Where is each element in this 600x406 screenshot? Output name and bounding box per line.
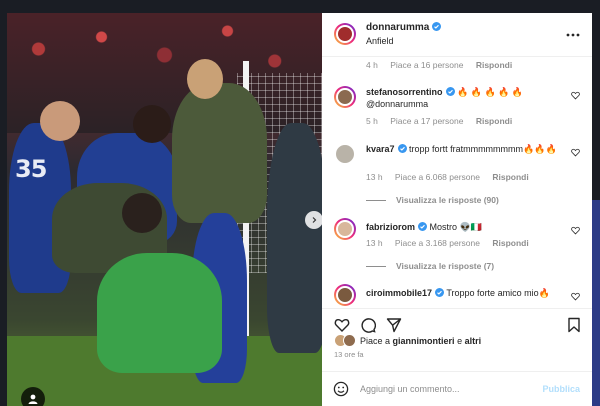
post-actions-bar — [322, 308, 592, 333]
background-edge — [592, 200, 600, 406]
view-replies-button[interactable]: Visualizza le risposte (90) — [366, 195, 499, 205]
verified-badge-icon — [397, 144, 407, 153]
verified-badge-icon — [435, 288, 445, 297]
goalkeeper-figure — [97, 253, 222, 373]
heart-icon — [334, 318, 350, 332]
post-side-panel: donnarumma Anfield 4 h Piace a 16 person… — [322, 13, 592, 406]
comment-meta: 13 h Piace a 3.168 persone Rispondi — [366, 238, 529, 248]
divider — [366, 199, 386, 201]
player-figure — [172, 83, 267, 223]
reply-button[interactable]: Rispondi — [476, 60, 512, 70]
commenter-username[interactable]: fabriziorom — [366, 222, 415, 232]
emoji-icon[interactable] — [333, 381, 349, 397]
commenter-avatar[interactable] — [334, 218, 356, 240]
bookmark-icon — [568, 317, 580, 333]
liked-by-row[interactable]: Piace a giannimontieri e altri — [334, 334, 481, 347]
reply-button[interactable]: Rispondi — [476, 116, 512, 126]
comment-likes-count[interactable]: Piace a 3.168 persone — [395, 238, 480, 248]
post-timestamp[interactable]: 13 ore fa — [334, 350, 364, 359]
user-icon — [28, 394, 38, 404]
verified-badge-icon — [418, 222, 428, 231]
commenter-username[interactable]: stefanosorrentino — [366, 87, 443, 97]
player-head — [187, 59, 223, 99]
player-head — [133, 105, 171, 143]
player-head — [122, 193, 162, 233]
heart-icon[interactable] — [571, 91, 580, 100]
chevron-right-icon — [312, 217, 317, 223]
commenter-avatar[interactable] — [334, 284, 356, 306]
liked-by-user[interactable]: giannimontieri — [393, 336, 455, 346]
author-avatar[interactable] — [334, 23, 356, 45]
comment-input[interactable] — [360, 381, 530, 397]
comment-likes-count[interactable]: Piace a 6.068 persone — [395, 172, 480, 182]
heart-icon[interactable] — [571, 226, 580, 235]
post-photo[interactable]: 35 — [7, 13, 322, 406]
like-button[interactable] — [334, 317, 350, 333]
liker-avatar — [343, 334, 356, 347]
comment-button[interactable] — [360, 317, 376, 333]
commenter-username[interactable]: ciroimmobile17 — [366, 288, 432, 298]
comments-list[interactable]: 4 h Piace a 16 persone Rispondi stefanos… — [322, 58, 592, 308]
commenter-username[interactable]: kvara7 — [366, 144, 395, 154]
comment-text: kvara7 tropp fortt fratmmmmmmmm🔥🔥🔥 — [366, 144, 557, 154]
jersey-number: 35 — [15, 155, 47, 183]
share-icon — [386, 318, 402, 333]
steward-figure — [267, 123, 322, 353]
liked-by-text: Piace a giannimontieri e altri — [360, 335, 482, 346]
heart-icon[interactable] — [571, 292, 580, 301]
reply-button[interactable]: Rispondi — [492, 238, 528, 248]
next-photo-button[interactable] — [305, 211, 322, 229]
comment-text: fabriziorom Mostro 👽🇮🇹 — [366, 222, 482, 232]
commenter-avatar[interactable] — [334, 86, 356, 108]
share-button[interactable] — [386, 317, 402, 333]
more-options-button[interactable] — [566, 27, 580, 37]
view-replies-button[interactable]: Visualizza le risposte (7) — [366, 261, 494, 271]
reply-button[interactable]: Rispondi — [492, 172, 528, 182]
commenter-avatar[interactable] — [334, 143, 356, 165]
comment-meta: 4 h Piace a 16 persone Rispondi — [366, 60, 513, 70]
comment-likes-count[interactable]: Piace a 17 persone — [390, 116, 463, 126]
tagged-users-button[interactable] — [21, 387, 45, 406]
heart-icon[interactable] — [571, 148, 580, 157]
comment-meta: 13 h Piace a 6.068 persone Rispondi — [366, 172, 529, 182]
author-username[interactable]: donnarumma — [366, 22, 442, 33]
more-icon — [566, 33, 580, 37]
liked-by-others[interactable]: altri — [465, 336, 482, 346]
publish-button[interactable]: Pubblica — [542, 384, 580, 394]
post-header: donnarumma Anfield — [322, 13, 592, 57]
mention-link[interactable]: @donnarumma — [366, 99, 428, 109]
comment-text: stefanosorrentino 🔥 🔥 🔥 🔥 🔥 @donnarumma — [366, 87, 524, 109]
comment-composer: Pubblica — [322, 371, 592, 406]
verified-badge-icon — [432, 22, 442, 31]
divider — [366, 265, 386, 267]
comment-likes-count[interactable]: Piace a 16 persone — [390, 60, 463, 70]
verified-badge-icon — [445, 87, 455, 96]
comment-meta: 5 h Piace a 17 persone Rispondi — [366, 116, 513, 126]
comment-icon — [361, 318, 376, 333]
save-button[interactable] — [566, 317, 582, 333]
comment-text: ciroimmobile17 Troppo forte amico mio🔥 — [366, 288, 550, 298]
player-head — [40, 101, 80, 141]
post-location[interactable]: Anfield — [366, 36, 394, 46]
